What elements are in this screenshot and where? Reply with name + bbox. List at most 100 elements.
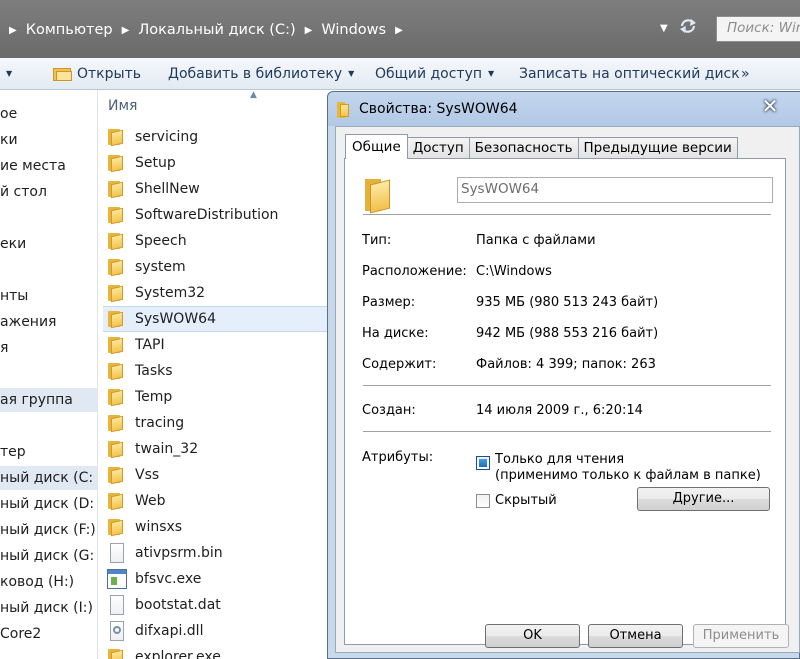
address-bar: ▶ Компьютер ▶ Локальный диск (C:) ▶ Wind…	[0, 0, 800, 58]
file-row-vss[interactable]: Vss	[103, 462, 330, 488]
file-row-explorer-exe[interactable]: explorer.exe	[103, 644, 330, 659]
file-row-tapi[interactable]: TAPI	[103, 332, 330, 358]
file-row-system32[interactable]: System32	[103, 280, 330, 306]
nav-item-disk-d[interactable]: ный диск (D:	[0, 492, 94, 516]
search-input[interactable]: Поиск: Windows	[716, 16, 800, 42]
file-name: difxapi.dll	[135, 623, 204, 639]
folder-icon	[107, 231, 127, 251]
file-name: ShellNew	[135, 181, 200, 197]
file-row-difxapi-dll[interactable]: difxapi.dll	[103, 618, 330, 644]
file-row-bfsvc-exe[interactable]: bfsvc.exe	[103, 566, 330, 592]
chevron-right-icon[interactable]: ▶	[9, 25, 17, 36]
tab-previous-versions[interactable]: Предыдущие версии	[577, 137, 738, 159]
file-row-softwaredistribution[interactable]: SoftwareDistribution	[103, 202, 330, 228]
refresh-icon[interactable]	[678, 18, 698, 38]
folder-icon	[107, 127, 127, 147]
file-row-temp[interactable]: Temp	[103, 384, 330, 410]
file-row-system[interactable]: system	[103, 254, 330, 280]
nav-item[interactable]: й стол	[0, 180, 47, 204]
add-to-library-button[interactable]: Добавить в библиотеку ▼	[168, 66, 354, 82]
size-label: Размер:	[362, 295, 416, 310]
readonly-sublabel: (применимо только к файлам в папке)	[495, 468, 761, 483]
chevron-down-icon[interactable]: ▼	[660, 23, 668, 34]
folder-icon	[107, 361, 127, 381]
file-row-web[interactable]: Web	[103, 488, 330, 514]
nav-item[interactable]: ажения	[0, 310, 56, 334]
open-button[interactable]: Открыть	[53, 66, 141, 82]
location-label: Расположение:	[362, 264, 467, 279]
nav-item[interactable]: еки	[0, 232, 26, 256]
burn-button[interactable]: Записать на оптический диск	[519, 66, 740, 82]
nav-item[interactable]: ое	[0, 102, 17, 126]
file-row-speech[interactable]: Speech	[103, 228, 330, 254]
more-button[interactable]: »	[741, 66, 750, 82]
breadcrumb-local-disk[interactable]: Локальный диск (C:)	[138, 22, 295, 38]
divider	[363, 431, 771, 432]
file-row-tasks[interactable]: Tasks	[103, 358, 330, 384]
file-name: Temp	[135, 389, 173, 405]
column-header-name[interactable]: Имя	[108, 98, 137, 114]
file-row-syswow64[interactable]: SysWOW64	[103, 306, 330, 332]
folder-name-field[interactable]: SysWOW64	[457, 177, 773, 203]
ok-button[interactable]: OK	[485, 624, 580, 648]
chevron-right-icon[interactable]: ▶	[122, 25, 130, 36]
file-row-shellnew[interactable]: ShellNew	[103, 176, 330, 202]
divider	[363, 214, 771, 215]
file-row-ativpsrm-bin[interactable]: ativpsrm.bin	[103, 540, 330, 566]
file-name: SysWOW64	[135, 311, 216, 327]
apply-button[interactable]: Применить	[693, 624, 789, 648]
nav-item-disk-i[interactable]: ный диск (I:)	[0, 596, 93, 620]
nav-item-disk-f[interactable]: ный диск (F:)	[0, 518, 96, 542]
file-icon	[110, 595, 124, 615]
file-name: winsxs	[135, 519, 183, 535]
tab-sharing[interactable]: Доступ	[406, 137, 470, 159]
file-row-setup[interactable]: Setup	[103, 150, 330, 176]
nav-item-disk-g[interactable]: ный диск (G:	[0, 544, 94, 568]
file-row-winsxs[interactable]: winsxs	[103, 514, 330, 540]
file-name: System32	[135, 285, 206, 301]
file-icon	[110, 543, 124, 563]
file-row-tracing[interactable]: tracing	[103, 410, 330, 436]
readonly-label: Только для чтения	[495, 452, 625, 467]
file-row-servicing[interactable]: servicing	[103, 124, 330, 150]
application-icon	[107, 569, 127, 589]
nav-item-computer[interactable]: тер	[0, 440, 26, 464]
nav-item[interactable]: ие места	[0, 154, 66, 178]
nav-item-drive-h[interactable]: ковод (H:)	[0, 570, 74, 594]
tab-security[interactable]: Безопасность	[468, 137, 579, 159]
file-row-bootstat-dat[interactable]: bootstat.dat	[103, 592, 330, 618]
dialog-titlebar[interactable]: Свойства: SysWOW64 ✕	[328, 92, 800, 126]
folder-icon	[107, 179, 127, 199]
advanced-attributes-button[interactable]: Другие...	[637, 487, 770, 511]
nav-item-disk-c[interactable]: ный диск (C:	[0, 466, 97, 490]
share-button[interactable]: Общий доступ ▼	[375, 66, 494, 82]
close-icon[interactable]: ✕	[758, 94, 782, 118]
sort-ascending-icon: ▲	[250, 90, 257, 100]
chevron-right-icon[interactable]: ▶	[395, 25, 403, 36]
cancel-button[interactable]: Отмена	[588, 624, 683, 648]
nav-item[interactable]: ки	[0, 128, 18, 152]
folder-icon	[337, 102, 351, 118]
nav-item-homegroup[interactable]: ая группа	[0, 388, 97, 412]
nav-item-core2[interactable]: Core2	[0, 622, 41, 646]
dialog-title: Свойства: SysWOW64	[359, 101, 518, 117]
organize-caret[interactable]: ▼	[0, 69, 12, 78]
folder-icon	[107, 283, 127, 303]
chevron-down-icon: ▼	[348, 69, 355, 78]
tab-general[interactable]: Общие	[345, 134, 408, 159]
nav-item[interactable]: нты	[0, 284, 28, 308]
file-name: TAPI	[135, 337, 165, 353]
hidden-checkbox[interactable]	[476, 494, 490, 508]
attributes-label: Атрибуты:	[362, 450, 434, 465]
breadcrumb-windows[interactable]: Windows	[321, 22, 386, 38]
chevron-right-icon[interactable]: ▶	[305, 25, 313, 36]
chevron-down-icon: ▼	[6, 69, 13, 78]
nav-item[interactable]: я	[0, 336, 8, 360]
breadcrumb-computer[interactable]: Компьютер	[26, 22, 113, 38]
readonly-checkbox[interactable]	[476, 456, 490, 470]
ondisk-value: 942 МБ (988 553 216 байт)	[476, 326, 659, 341]
file-row-twain-32[interactable]: twain_32	[103, 436, 330, 462]
file-name: Speech	[135, 233, 187, 249]
open-label: Открыть	[77, 65, 141, 82]
file-name: system	[135, 259, 186, 275]
